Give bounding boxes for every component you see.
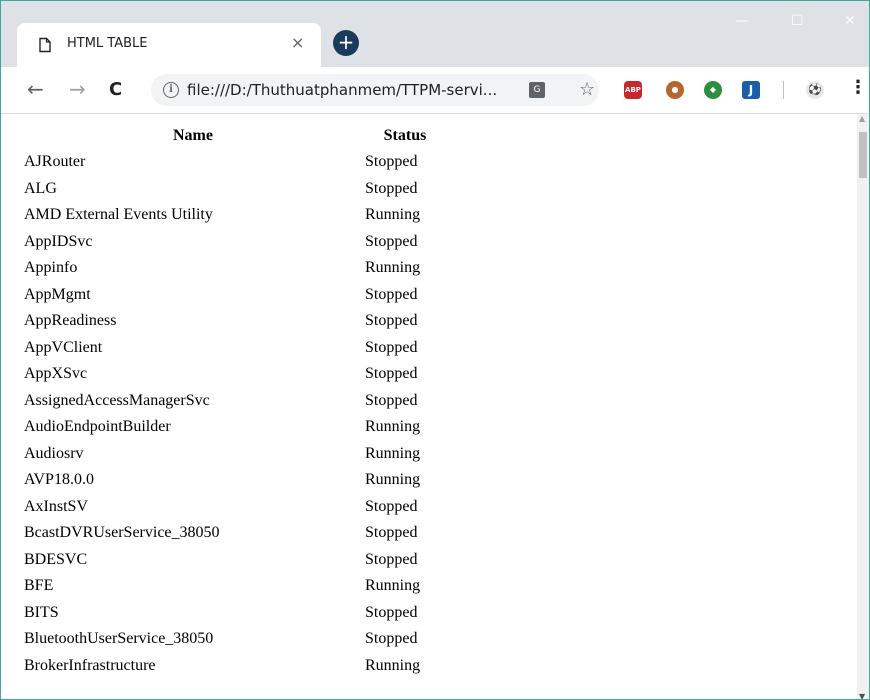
service-status-cell: Running	[365, 471, 421, 489]
service-name-cell: BITS	[24, 603, 59, 621]
service-status-cell: Stopped	[365, 232, 418, 250]
monkey-extension-icon[interactable]: ●	[666, 81, 684, 99]
close-window-icon[interactable]: ✕	[844, 13, 856, 29]
service-status-cell: Running	[365, 206, 421, 224]
star-icon[interactable]: ☆	[579, 79, 595, 100]
service-status-cell: Stopped	[365, 603, 418, 621]
service-status-cell: Stopped	[365, 524, 418, 542]
table-row: ALG Stopped	[23, 177, 445, 202]
table-row: AxInstSV Stopped	[23, 495, 445, 520]
globe-extension-icon[interactable]: ◆	[704, 81, 722, 99]
table-body: AJRouter Stopped ALG Stopped AMD External Ev…	[23, 150, 445, 678]
table-row: AssignedAccessManagerSvc Stopped	[23, 389, 445, 414]
browser-window: HTML TABLE × + — ☐ ✕ ← → C i file:///D:/…	[0, 0, 870, 700]
service-name-cell: AudioEndpointBuilder	[24, 418, 171, 436]
tab-close-icon[interactable]: ×	[291, 33, 304, 52]
address-bar[interactable]: i file:///D:/Thuthuatphanmem/TTPM-servi.…	[151, 74, 599, 106]
forward-arrow-icon[interactable]: →	[69, 79, 86, 99]
service-name-cell: ALG	[24, 179, 57, 197]
service-name-cell: BluetoothUserService_38050	[24, 630, 214, 648]
service-status-cell: Stopped	[365, 391, 418, 409]
services-table: Name Status AJRouter Stopped ALG Stopped AMD…	[21, 122, 447, 680]
service-status-cell: Stopped	[365, 312, 418, 330]
service-name-cell: AVP18.0.0	[24, 471, 94, 489]
scroll-down-icon[interactable]: ▼	[859, 692, 865, 699]
translate-icon[interactable]: G	[529, 82, 545, 98]
vertical-scrollbar[interactable]: ▲ ▼	[857, 114, 869, 699]
url-text[interactable]: file:///D:/Thuthuatphanmem/TTPM-servi...	[187, 81, 497, 99]
service-name-cell: AppVClient	[24, 338, 103, 356]
table-row: BITS Stopped	[23, 601, 445, 626]
service-status-cell: Stopped	[365, 550, 418, 568]
reload-icon[interactable]: C	[109, 80, 122, 100]
header-status: Status	[383, 127, 427, 144]
service-name-cell: AssignedAccessManagerSvc	[24, 391, 210, 409]
table-row: AppReadiness Stopped	[23, 309, 445, 334]
table-row: Appinfo Running	[23, 256, 445, 281]
table-row: AVP18.0.0 Running	[23, 468, 445, 493]
browser-toolbar: ← → C i file:///D:/Thuthuatphanmem/TTPM-…	[1, 67, 869, 114]
kebab-menu-icon[interactable]: ⋮	[849, 77, 867, 98]
service-name-cell: BrokerInfrastructure	[24, 656, 156, 674]
scroll-up-icon[interactable]: ▲	[859, 114, 865, 123]
table-row: BrokerInfrastructure Running	[23, 654, 445, 679]
service-name-cell: BcastDVRUserService_38050	[24, 524, 220, 542]
service-status-cell: Running	[365, 577, 421, 595]
service-status-cell: Stopped	[365, 338, 418, 356]
service-status-cell: Stopped	[365, 179, 418, 197]
service-name-cell: BFE	[24, 577, 54, 595]
header-name: Name	[173, 127, 213, 144]
idm-extension-icon[interactable]: J	[742, 81, 760, 99]
service-status-cell: Running	[365, 656, 421, 674]
service-status-cell: Stopped	[365, 497, 418, 515]
minimize-icon[interactable]: —	[735, 13, 749, 29]
service-name-cell: AppXSvc	[24, 365, 88, 383]
page-icon	[39, 37, 51, 53]
service-name-cell: AMD External Events Utility	[24, 206, 213, 224]
soccer-ball-icon[interactable]: ⚽	[806, 81, 824, 99]
table-row: AMD External Events Utility Running	[23, 203, 445, 228]
service-name-cell: AJRouter	[24, 153, 86, 171]
tab-title: HTML TABLE	[67, 36, 148, 51]
new-tab-button[interactable]: +	[333, 30, 359, 56]
maximize-icon[interactable]: ☐	[791, 13, 804, 29]
service-status-cell: Stopped	[365, 630, 418, 648]
table-row: Audiosrv Running	[23, 442, 445, 467]
service-status-cell: Stopped	[365, 285, 418, 303]
back-arrow-icon[interactable]: ←	[27, 79, 44, 99]
service-name-cell: AppReadiness	[24, 312, 117, 330]
scroll-thumb[interactable]	[859, 132, 867, 178]
table-row: BluetoothUserService_38050 Stopped	[23, 627, 445, 652]
table-row: BcastDVRUserService_38050 Stopped	[23, 521, 445, 546]
table-row: BDESVC Stopped	[23, 548, 445, 573]
toolbar-separator	[783, 81, 784, 99]
service-status-cell: Stopped	[365, 365, 418, 383]
table-row: AppXSvc Stopped	[23, 362, 445, 387]
title-bar: HTML TABLE × + — ☐ ✕	[1, 1, 869, 67]
service-status-cell: Running	[365, 418, 421, 436]
service-name-cell: BDESVC	[24, 550, 88, 568]
table-row: AppIDSvc Stopped	[23, 230, 445, 255]
table-row: AJRouter Stopped	[23, 150, 445, 175]
tab-html-table[interactable]: HTML TABLE ×	[17, 23, 321, 67]
service-status-cell: Stopped	[365, 153, 418, 171]
page-content: Name Status AJRouter Stopped ALG Stopped AMD…	[1, 114, 869, 699]
table-row: AudioEndpointBuilder Running	[23, 415, 445, 440]
service-name-cell: AxInstSV	[24, 497, 89, 515]
service-name-cell: Appinfo	[24, 259, 78, 277]
table-header-row: Name Status	[23, 124, 445, 148]
table-row: AppVClient Stopped	[23, 336, 445, 361]
table-row: AppMgmt Stopped	[23, 283, 445, 308]
adblock-plus-icon[interactable]: ABP	[624, 81, 642, 99]
service-name-cell: AppMgmt	[24, 285, 91, 303]
service-name-cell: Audiosrv	[24, 444, 84, 462]
service-status-cell: Running	[365, 259, 421, 277]
service-status-cell: Running	[365, 444, 421, 462]
service-name-cell: AppIDSvc	[24, 232, 93, 250]
info-icon[interactable]: i	[163, 82, 179, 98]
table-row: BFE Running	[23, 574, 445, 599]
